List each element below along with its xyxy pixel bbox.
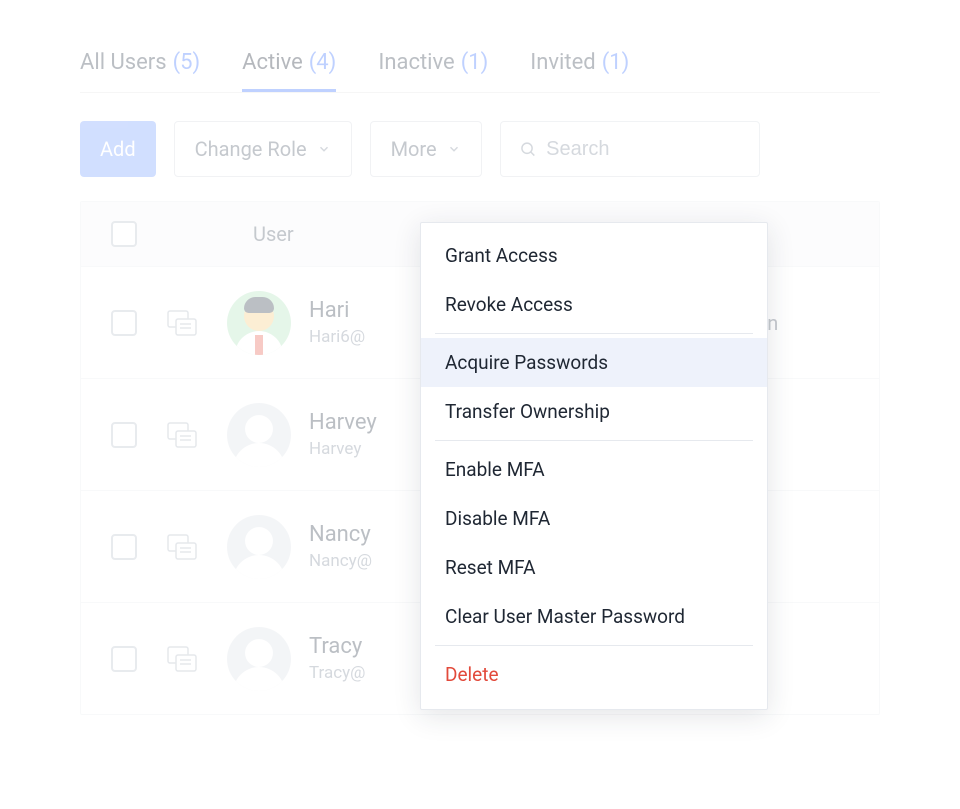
menu-separator (435, 333, 753, 334)
list-icon (165, 534, 199, 560)
add-button[interactable]: Add (80, 121, 156, 177)
user-email: Nancy@ (309, 551, 372, 571)
user-name: Hari (309, 298, 365, 323)
tab-count: (1) (461, 50, 489, 75)
user-name: Harvey (309, 410, 377, 435)
tab-inactive[interactable]: Inactive (1) (378, 50, 488, 92)
tab-all-users[interactable]: All Users (5) (80, 50, 200, 92)
menu-clear-master-password[interactable]: Clear User Master Password (421, 592, 767, 641)
toolbar: Add Change Role More (80, 121, 880, 177)
chevron-down-icon (447, 142, 461, 156)
row-checkbox[interactable] (111, 646, 137, 672)
avatar (227, 291, 291, 355)
chevron-down-icon (317, 142, 331, 156)
more-label: More (391, 137, 437, 161)
list-icon (165, 310, 199, 336)
change-role-button[interactable]: Change Role (174, 121, 352, 177)
menu-reset-mfa[interactable]: Reset MFA (421, 543, 767, 592)
search-icon (519, 139, 537, 159)
user-name: Nancy (309, 522, 372, 547)
list-icon (165, 646, 199, 672)
avatar (227, 403, 291, 467)
tab-active[interactable]: Active (4) (242, 50, 336, 92)
row-checkbox[interactable] (111, 534, 137, 560)
menu-acquire-passwords[interactable]: Acquire Passwords (421, 338, 767, 387)
user-name: Tracy (309, 634, 365, 659)
row-checkbox[interactable] (111, 310, 137, 336)
search-box[interactable] (500, 121, 760, 177)
menu-separator (435, 440, 753, 441)
menu-enable-mfa[interactable]: Enable MFA (421, 445, 767, 494)
user-email: Hari6@ (309, 327, 365, 347)
tab-count: (5) (173, 50, 201, 75)
tabs: All Users (5) Active (4) Inactive (1) In… (80, 50, 880, 93)
more-dropdown: Grant Access Revoke Access Acquire Passw… (420, 222, 768, 710)
menu-disable-mfa[interactable]: Disable MFA (421, 494, 767, 543)
user-email: Harvey (309, 439, 377, 459)
tab-count: (1) (602, 50, 630, 75)
menu-delete[interactable]: Delete (421, 650, 767, 699)
tab-invited[interactable]: Invited (1) (530, 50, 629, 92)
menu-grant-access[interactable]: Grant Access (421, 231, 767, 280)
change-role-label: Change Role (195, 137, 307, 161)
tab-label: Invited (530, 50, 595, 75)
tab-count: (4) (309, 50, 337, 75)
tab-label: Active (242, 50, 303, 75)
user-email: Tracy@ (309, 663, 365, 683)
row-checkbox[interactable] (111, 422, 137, 448)
list-icon (165, 422, 199, 448)
avatar (227, 627, 291, 691)
tab-label: All Users (80, 50, 167, 75)
tab-label: Inactive (378, 50, 454, 75)
avatar (227, 515, 291, 579)
select-all-checkbox[interactable] (111, 221, 137, 247)
more-button[interactable]: More (370, 121, 482, 177)
menu-transfer-ownership[interactable]: Transfer Ownership (421, 387, 767, 436)
search-input[interactable] (546, 138, 740, 161)
menu-separator (435, 645, 753, 646)
menu-revoke-access[interactable]: Revoke Access (421, 280, 767, 329)
add-button-label: Add (100, 137, 136, 161)
